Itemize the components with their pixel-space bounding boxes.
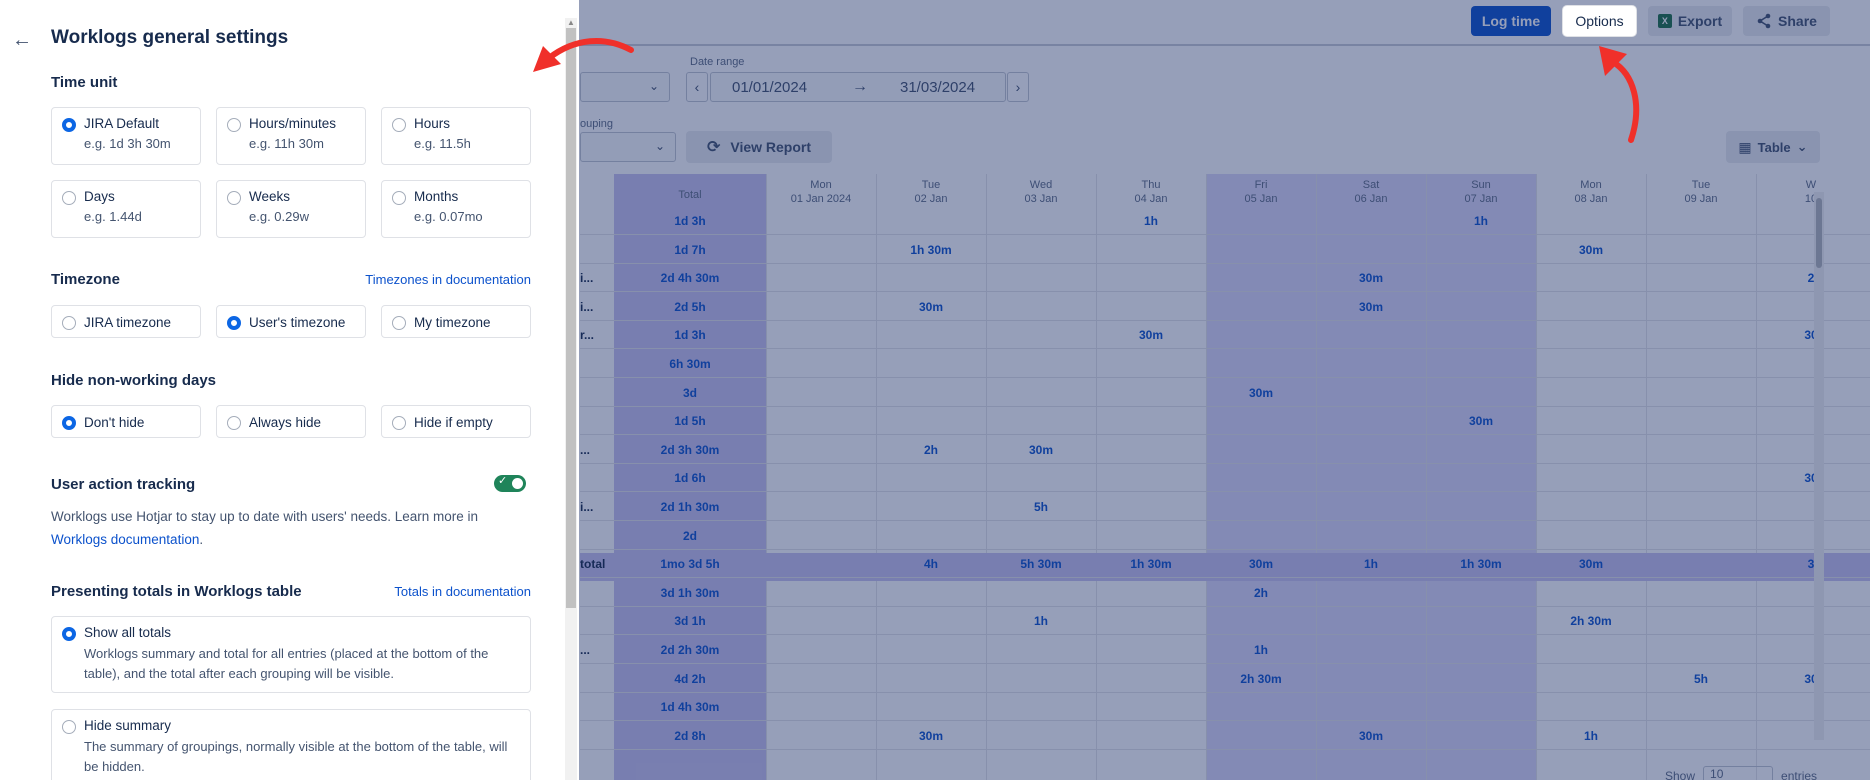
tracking-description: Worklogs use Hotjar to stay up to date w… [51,505,491,551]
radio-option[interactable]: Don't hide [51,405,201,438]
time-unit-title: Time unit [51,74,118,91]
timezones-doc-link[interactable]: Timezones in documentation [365,272,531,287]
option-example: e.g. 11h 30m [249,136,324,151]
tracking-text: Worklogs use Hotjar to stay up to date w… [51,509,479,524]
option-example: e.g. 1.44d [84,209,142,224]
option-label: Hide if empty [414,415,493,430]
radio-option[interactable]: Weeks e.g. 0.29w [216,180,366,238]
radio-button[interactable] [392,191,406,205]
option-example: e.g. 11.5h [414,136,471,151]
annotation-arrow-icon [1599,46,1640,143]
radio-option[interactable]: JIRA timezone [51,305,201,338]
option-label: Show all totals [84,625,172,640]
option-description: Worklogs summary and total for all entri… [84,646,489,681]
option-label: JIRA Default [84,116,160,131]
radio-option[interactable]: Hide if empty [381,405,531,438]
totals-title: Presenting totals in Worklogs table [51,583,302,600]
option-label: JIRA timezone [84,315,172,330]
radio-button[interactable] [227,118,241,132]
option-label: My timezone [414,315,491,330]
radio-option[interactable]: Show all totals Worklogs summary and tota… [51,616,531,693]
option-label: Don't hide [84,415,145,430]
radio-button[interactable] [62,118,76,132]
radio-button[interactable] [62,316,76,330]
tracking-title: User action tracking [51,476,196,493]
option-label: Hours [414,116,451,131]
worklogs-doc-link[interactable]: Worklogs documentation [51,532,199,547]
option-label: Hide summary [84,718,172,733]
non-working-title: Hide non-working days [51,372,217,389]
toggle-knob [512,478,523,489]
options-button[interactable]: Options [1563,6,1636,36]
panel-scroll-thumb[interactable] [566,28,576,608]
option-example: e.g. 0.07mo [414,209,483,224]
tracking-toggle[interactable]: ✓ [494,475,526,492]
radio-button[interactable] [62,191,76,205]
option-example: e.g. 0.29w [249,209,309,224]
annotation-arrow-icon [533,38,634,72]
radio-option[interactable]: Days e.g. 1.44d [51,180,201,238]
radio-button[interactable] [392,316,406,330]
radio-button[interactable] [62,627,76,641]
radio-option[interactable]: JIRA Default e.g. 1d 3h 30m [51,107,201,165]
option-label: Weeks [249,189,291,204]
radio-button[interactable] [392,416,406,430]
radio-option[interactable]: Hide summary The summary of groupings, no… [51,709,531,780]
radio-option[interactable]: Always hide [216,405,366,438]
option-label: Hours/minutes [249,116,337,131]
radio-option[interactable]: User's timezone [216,305,366,338]
radio-option[interactable]: Hours/minutes e.g. 11h 30m [216,107,366,165]
radio-button[interactable] [62,720,76,734]
radio-button[interactable] [62,416,76,430]
radio-option[interactable]: Months e.g. 0.07mo [381,180,531,238]
radio-button[interactable] [392,118,406,132]
radio-option[interactable]: Hours e.g. 11.5h [381,107,531,165]
option-label: User's timezone [249,315,346,330]
radio-button[interactable] [227,416,241,430]
option-example: e.g. 1d 3h 30m [84,136,171,151]
option-description: The summary of groupings, normally visib… [84,739,508,774]
option-label: Months [414,189,459,204]
radio-button[interactable] [227,316,241,330]
option-label: Always hide [249,415,322,430]
options-label: Options [1575,13,1624,29]
settings-panel: ← Worklogs general settings Time unit JI… [0,0,579,780]
panel-title: Worklogs general settings [51,27,289,48]
scroll-up-icon[interactable]: ▲ [566,18,576,28]
back-arrow-icon[interactable]: ← [12,29,32,52]
timezone-title: Timezone [51,271,120,288]
radio-option[interactable]: My timezone [381,305,531,338]
radio-button[interactable] [227,191,241,205]
totals-doc-link[interactable]: Totals in documentation [394,584,531,599]
option-label: Days [84,189,115,204]
check-icon: ✓ [498,475,508,487]
tracking-suffix: . [199,532,204,547]
